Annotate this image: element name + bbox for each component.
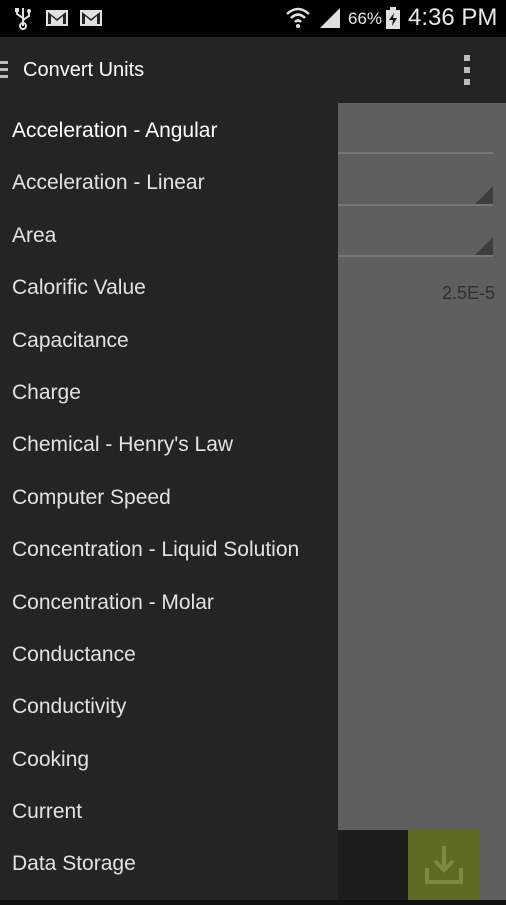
signal-icon bbox=[320, 8, 340, 28]
status-bar: 66% 4:36 PM bbox=[0, 0, 506, 37]
bottom-panel bbox=[338, 830, 410, 900]
drawer-item-current[interactable]: Current bbox=[0, 786, 338, 838]
drawer-item-capacitance[interactable]: Capacitance bbox=[0, 315, 338, 367]
drawer-item-chemical-henrys-law[interactable]: Chemical - Henry's Law bbox=[0, 419, 338, 471]
wifi-icon bbox=[286, 7, 310, 28]
battery-percent: 66% bbox=[348, 9, 383, 28]
drawer-item-area[interactable]: Area bbox=[0, 210, 338, 262]
action-bar: Convert Units bbox=[0, 37, 506, 103]
download-icon bbox=[425, 846, 463, 884]
clock: 4:36 PM bbox=[408, 4, 498, 31]
drawer-item-acceleration-angular[interactable]: Acceleration - Angular bbox=[0, 105, 338, 157]
drawer-item-concentration-molar[interactable]: Concentration - Molar bbox=[0, 577, 338, 629]
drawer-item-conductivity[interactable]: Conductivity bbox=[0, 681, 338, 733]
value-input-underline[interactable] bbox=[338, 152, 493, 154]
from-unit-spinner[interactable] bbox=[338, 204, 493, 206]
overflow-menu-icon[interactable] bbox=[458, 53, 476, 87]
spinner-arrow-icon bbox=[475, 186, 493, 204]
to-unit-spinner[interactable] bbox=[338, 255, 493, 257]
drawer-item-concentration-liquid-solution[interactable]: Concentration - Liquid Solution bbox=[0, 524, 338, 576]
drawer-item-data-storage[interactable]: Data Storage bbox=[0, 838, 338, 890]
drawer-item-acceleration-linear[interactable]: Acceleration - Linear bbox=[0, 157, 338, 209]
spinner-arrow-icon bbox=[475, 237, 493, 255]
gmail-icon bbox=[80, 10, 102, 26]
drawer-item-charge[interactable]: Charge bbox=[0, 367, 338, 419]
gmail-icon bbox=[46, 10, 68, 26]
result-value: 2.5E-5 bbox=[442, 283, 496, 303]
battery-charging-icon bbox=[386, 7, 400, 29]
navigation-drawer: Acceleration - Angular Acceleration - Li… bbox=[0, 103, 338, 900]
app-title[interactable]: Convert Units bbox=[23, 59, 144, 82]
drawer-item-cooking[interactable]: Cooking bbox=[0, 734, 338, 786]
download-button[interactable] bbox=[408, 830, 480, 900]
drawer-item-computer-speed[interactable]: Computer Speed bbox=[0, 472, 338, 524]
usb-icon bbox=[15, 8, 31, 30]
drawer-item-conductance[interactable]: Conductance bbox=[0, 629, 338, 681]
drawer-item-calorific-value[interactable]: Calorific Value bbox=[0, 262, 338, 314]
drawer-toggle-icon[interactable] bbox=[0, 57, 12, 83]
